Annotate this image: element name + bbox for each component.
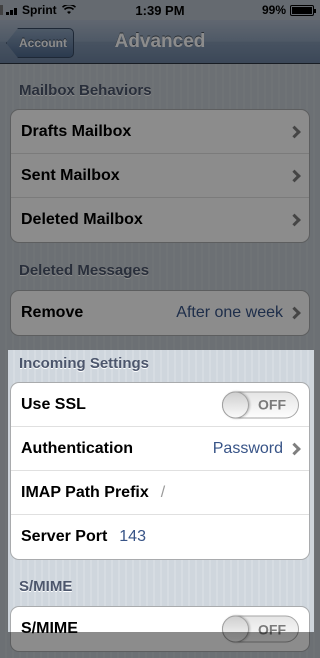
smime-toggle[interactable]: OFF xyxy=(222,615,299,643)
section-header-incoming-settings: Incoming Settings xyxy=(19,355,150,372)
imap-path-prefix-label: IMAP Path Prefix xyxy=(21,483,149,501)
toggle-knob xyxy=(222,391,249,418)
smime-label: S/MIME xyxy=(21,620,78,637)
imap-path-prefix-row[interactable]: IMAP Path Prefix / xyxy=(11,471,309,515)
toggle-knob xyxy=(222,615,249,643)
sent-mailbox-row[interactable]: Sent Mailbox xyxy=(11,154,309,198)
status-left: Sprint xyxy=(0,3,76,17)
dim-overlay-left xyxy=(0,350,8,632)
use-ssl-toggle[interactable]: OFF xyxy=(222,391,299,418)
chevron-right-icon xyxy=(288,169,301,182)
server-port-row[interactable]: Server Port 143 xyxy=(11,515,309,559)
incoming-settings-group: Use SSL OFF Authentication Password IMAP… xyxy=(10,382,310,560)
sent-mailbox-label: Sent Mailbox xyxy=(21,166,120,184)
page-title: Advanced xyxy=(114,31,206,52)
server-port-field[interactable]: 143 xyxy=(119,528,146,546)
battery-icon xyxy=(290,4,316,16)
section-header-deleted-messages: Deleted Messages xyxy=(19,262,150,279)
use-ssl-label: Use SSL xyxy=(21,395,86,413)
signal-icon xyxy=(0,5,17,15)
drafts-mailbox-row[interactable]: Drafts Mailbox xyxy=(11,110,309,154)
status-bar: Sprint 1:39 PM 99% xyxy=(0,0,320,20)
remove-value: After one week xyxy=(176,304,283,321)
drafts-mailbox-label: Drafts Mailbox xyxy=(21,122,132,140)
chevron-right-icon xyxy=(288,213,301,227)
remove-row[interactable]: Remove After one week xyxy=(11,291,309,335)
authentication-row[interactable]: Authentication Password xyxy=(11,427,309,471)
battery-fill xyxy=(292,6,312,14)
section-header-smime: S/MIME xyxy=(19,578,73,595)
deleted-mailbox-row[interactable]: Deleted Mailbox xyxy=(11,198,309,242)
chevron-right-icon xyxy=(288,442,301,455)
remove-label: Remove xyxy=(21,304,84,321)
section-header-mailbox-behaviors: Mailbox Behaviors xyxy=(19,82,152,99)
deleted-messages-group: Remove After one week xyxy=(10,290,310,336)
use-ssl-row: Use SSL OFF xyxy=(11,383,309,427)
smime-row: S/MIME OFF xyxy=(11,607,309,651)
server-port-label: Server Port xyxy=(21,528,108,545)
mailbox-behaviors-group: Drafts Mailbox Sent Mailbox Deleted Mail… xyxy=(10,109,310,243)
authentication-value: Password xyxy=(212,439,283,457)
dim-overlay-right xyxy=(314,350,320,632)
carrier-name: Sprint xyxy=(22,3,57,17)
status-right: 99% xyxy=(261,3,316,17)
chevron-right-icon xyxy=(288,306,301,320)
authentication-label: Authentication xyxy=(21,439,133,457)
smime-group: S/MIME OFF xyxy=(10,606,310,652)
deleted-mailbox-label: Deleted Mailbox xyxy=(21,211,143,228)
smime-state: OFF xyxy=(258,621,286,637)
chevron-right-icon xyxy=(288,125,301,138)
use-ssl-state: OFF xyxy=(258,396,286,413)
settings-content: Mailbox Behaviors Drafts Mailbox Sent Ma… xyxy=(0,0,320,658)
imap-path-prefix-field[interactable]: / xyxy=(161,484,165,502)
wifi-icon xyxy=(61,5,76,14)
battery-percent: 99% xyxy=(261,3,286,17)
navigation-bar: Account Advanced xyxy=(0,20,320,64)
